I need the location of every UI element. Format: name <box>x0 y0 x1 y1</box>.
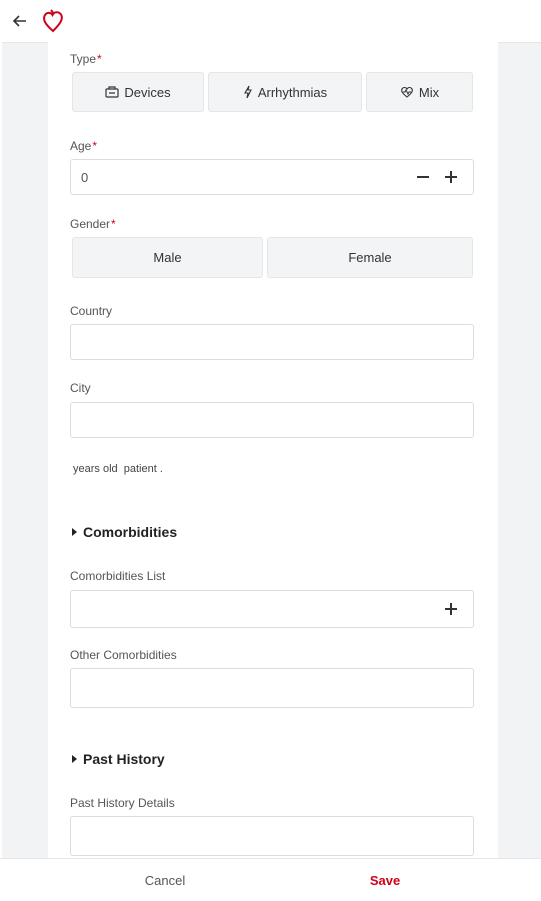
lightning-icon <box>243 85 253 99</box>
past-history-details-label: Past History Details <box>70 796 175 810</box>
type-option-mix[interactable]: Mix <box>366 72 473 112</box>
required-marker: * <box>111 217 116 231</box>
required-marker: * <box>97 52 102 66</box>
plus-icon[interactable] <box>443 169 459 185</box>
gender-selector: Male Female <box>72 237 473 278</box>
other-comorbidities-label: Other Comorbidities <box>70 648 177 662</box>
heart-pulse-icon <box>400 86 414 98</box>
comorbidities-list-label: Comorbidities List <box>70 569 166 583</box>
gender-option-female-label: Female <box>348 250 392 265</box>
type-selector: Devices Arrhythmias Mix <box>72 72 473 112</box>
plus-icon[interactable] <box>443 601 459 617</box>
comorbidities-list-field[interactable] <box>70 590 474 628</box>
type-option-arrhythmias-label: Arrhythmias <box>257 84 328 100</box>
age-label-text: Age <box>70 139 92 153</box>
past-history-details-field[interactable] <box>70 816 474 856</box>
app-logo <box>38 0 68 42</box>
country-field[interactable] <box>70 324 474 360</box>
type-label: Type* <box>70 52 102 66</box>
type-label-text: Type <box>70 52 97 66</box>
country-label: Country <box>70 304 113 318</box>
city-field[interactable] <box>70 402 474 438</box>
left-edge <box>0 42 2 858</box>
comorbidities-toggle[interactable]: Comorbidities <box>72 524 177 540</box>
past-history-title: Past History <box>83 751 165 767</box>
age-stepper[interactable]: 0 <box>70 159 474 195</box>
age-label: Age* <box>70 139 97 153</box>
comorbidities-title: Comorbidities <box>83 524 178 540</box>
back-button[interactable] <box>2 0 38 42</box>
cancel-button[interactable]: Cancel <box>65 859 265 901</box>
heart-logo-icon <box>43 9 63 33</box>
minus-icon[interactable] <box>415 169 431 185</box>
type-option-arrhythmias[interactable]: Arrhythmias <box>208 72 362 112</box>
gender-option-male-label: Male <box>153 250 182 265</box>
gender-label-text: Gender <box>70 217 111 231</box>
required-marker: * <box>92 139 98 153</box>
form-sheet: Type* Devices Arrhythmias Mix Age* 0 Gen… <box>48 42 498 858</box>
bottom-action-bar: Cancel Save <box>0 858 541 901</box>
patient-summary: years old patient . <box>73 463 163 475</box>
caret-right-icon <box>72 528 77 536</box>
save-button[interactable]: Save <box>285 859 485 901</box>
top-app-bar <box>0 0 541 43</box>
other-comorbidities-field[interactable] <box>70 668 474 708</box>
type-option-devices[interactable]: Devices <box>72 72 204 112</box>
city-label: City <box>70 381 91 395</box>
gender-label: Gender* <box>70 217 116 231</box>
type-option-devices-label: Devices <box>124 84 171 100</box>
gender-option-female[interactable]: Female <box>267 237 473 278</box>
past-history-toggle[interactable]: Past History <box>72 751 165 767</box>
age-value: 0 <box>81 170 89 185</box>
gender-option-male[interactable]: Male <box>72 237 263 278</box>
device-icon <box>105 86 119 98</box>
type-option-mix-label: Mix <box>418 84 440 100</box>
caret-right-icon <box>72 755 77 763</box>
arrow-left-icon <box>12 15 26 27</box>
